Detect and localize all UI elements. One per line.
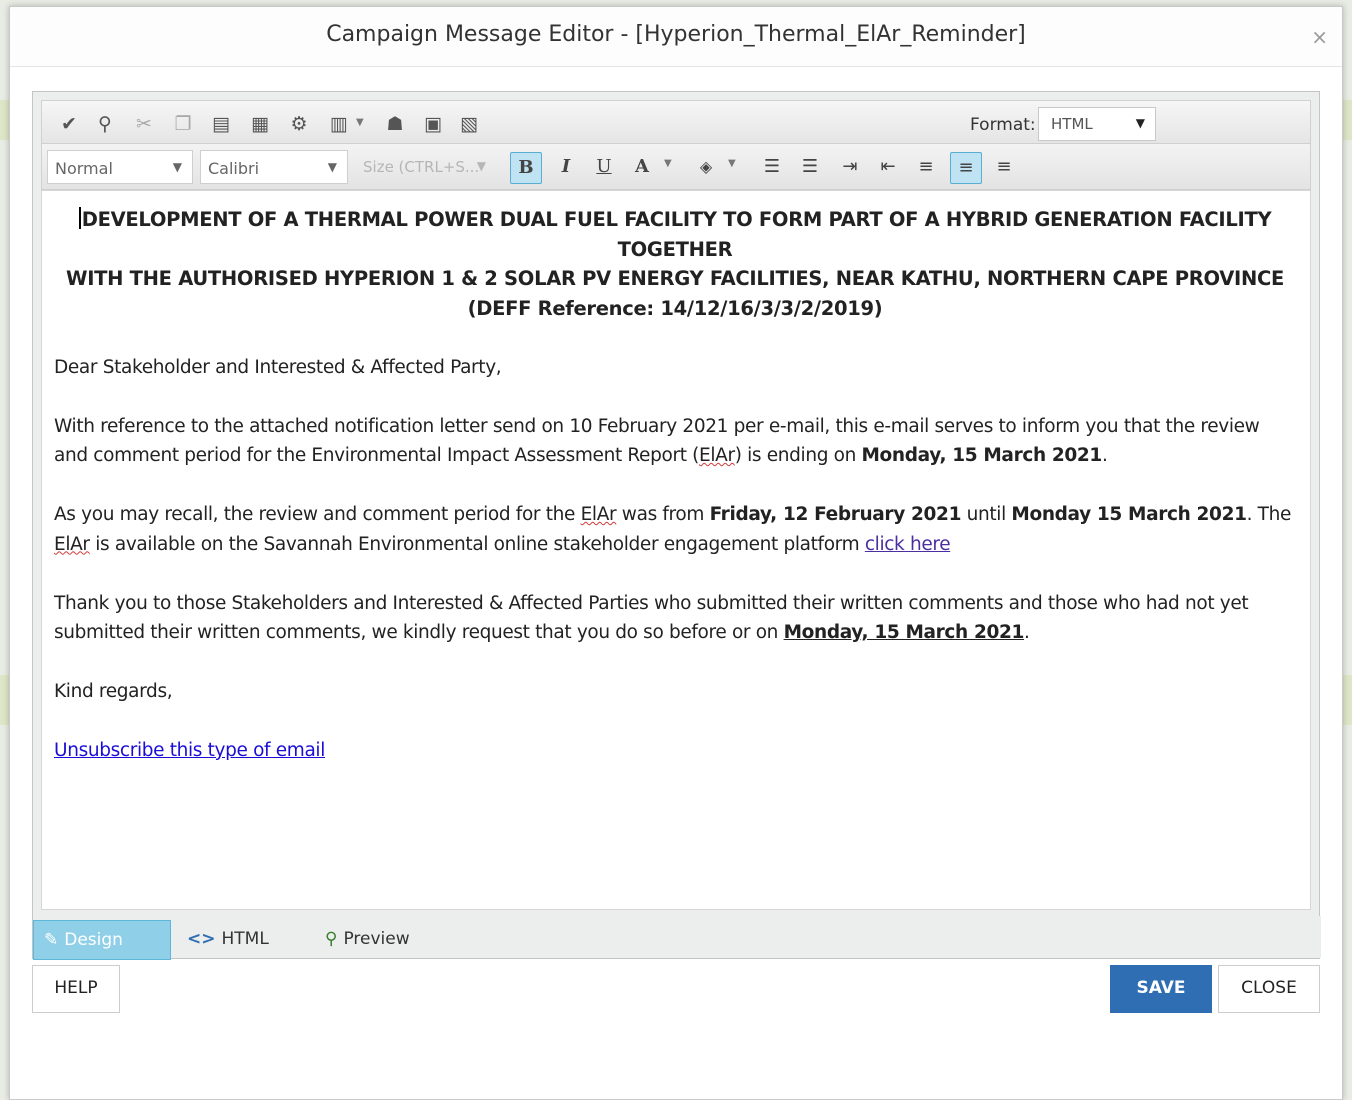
chevron-down-icon: ▼ <box>476 159 486 173</box>
font-color-icon[interactable]: A <box>626 152 658 184</box>
closing-paragraph: Kind regards, <box>54 681 173 702</box>
tab-html[interactable]: <> HTML <box>177 920 287 960</box>
image-manager-icon[interactable]: ☗ <box>382 111 408 137</box>
image-icon[interactable]: ▣ <box>420 111 446 137</box>
italic-icon[interactable]: I <box>550 152 582 184</box>
close-icon[interactable]: × <box>1311 27 1328 47</box>
rich-text-editor: ✔ ⚲ ✂ ❐ ▤ ▦ ⚙ ▥ ▼ ☗ ▣ ▧ Format: HTML ▼ N… <box>32 91 1321 960</box>
tab-design-label: Design <box>64 930 123 950</box>
paragraph-style-dropdown[interactable]: Normal ▼ <box>47 150 193 184</box>
p2-text-2: was from <box>616 504 710 525</box>
p1-elar-term: ElAr <box>699 445 735 466</box>
p1-deadline-date: Monday, 15 March 2021 <box>861 445 1103 466</box>
align-right-icon[interactable]: ≡ <box>988 152 1020 184</box>
text-cursor <box>78 207 81 229</box>
pencil-icon: ✎ <box>44 930 59 950</box>
format-select[interactable]: HTML ▼ <box>1038 107 1156 141</box>
p3-end: . <box>1024 622 1030 643</box>
tab-html-label: HTML <box>221 929 269 949</box>
underline-icon[interactable]: U <box>588 152 620 184</box>
font-size-dropdown[interactable]: Size (CTRL+S... ▼ <box>356 150 496 184</box>
chevron-down-icon: ▼ <box>172 160 182 174</box>
p2-until-date: Monday 15 March 2021 <box>1011 504 1247 525</box>
dialog-titlebar: Campaign Message Editor - [Hyperion_Ther… <box>10 7 1342 67</box>
tab-preview[interactable]: ⚲ Preview <box>315 920 445 960</box>
help-button[interactable]: HELP <box>32 965 120 1013</box>
chevron-down-icon: ▼ <box>327 160 337 174</box>
p2-elar-term-2: ElAr <box>54 533 90 555</box>
outdent-icon[interactable]: ⇤ <box>872 152 904 184</box>
format-label: Format: <box>970 115 1036 135</box>
unsubscribe-paragraph: Unsubscribe this type of email <box>54 736 1296 766</box>
editor-toolbar-top: ✔ ⚲ ✂ ❐ ▤ ▦ ⚙ ▥ ▼ ☗ ▣ ▧ Format: HTML ▼ <box>41 100 1311 144</box>
p2-text: As you may recall, the review and commen… <box>54 504 581 525</box>
unsubscribe-link[interactable]: Unsubscribe this type of email <box>54 740 325 761</box>
editor-content-area[interactable]: DEVELOPMENT OF A THERMAL POWER DUAL FUEL… <box>41 190 1311 910</box>
cut-icon[interactable]: ✂ <box>131 111 157 137</box>
paragraph-style-value: Normal <box>55 159 113 178</box>
paragraph-2: As you may recall, the review and commen… <box>54 500 1296 559</box>
copy-icon[interactable]: ❐ <box>170 111 196 137</box>
spellcheck-icon[interactable]: ✔ <box>56 111 82 137</box>
p2-from-date: Friday, 12 February 2021 <box>709 504 962 525</box>
p2-text-5: is available on the Savannah Environment… <box>89 533 865 555</box>
heading-line-3: (DEFF Reference: 14/12/16/3/3/2/2019) <box>467 296 883 320</box>
font-name-value: Calibri <box>208 159 260 178</box>
align-left-icon[interactable]: ≡ <box>910 152 942 184</box>
greeting-paragraph: Dear Stakeholder and Interested & Affect… <box>54 356 502 378</box>
form-icon[interactable]: ▦ <box>247 111 273 137</box>
tab-preview-label: Preview <box>343 929 410 949</box>
p2-text-3: until <box>961 504 1012 525</box>
indent-icon[interactable]: ⇥ <box>834 152 866 184</box>
chevron-down-icon: ▼ <box>1135 116 1145 130</box>
font-color-caret-icon[interactable]: ▼ <box>664 158 672 169</box>
p1-end: . <box>1101 445 1108 466</box>
paste-icon[interactable]: ▤ <box>208 111 234 137</box>
campaign-message-editor-dialog: Campaign Message Editor - [Hyperion_Ther… <box>9 6 1343 1100</box>
p2-elar-term: ElAr <box>580 504 617 525</box>
editor-toolbar-format: Normal ▼ Calibri ▼ Size (CTRL+S... ▼ B I… <box>41 144 1311 190</box>
bulleted-list-icon[interactable]: ☰ <box>794 152 826 184</box>
paragraph-3: Thank you to those Stakeholders and Inte… <box>54 589 1296 648</box>
p2-text-4: . The <box>1246 504 1292 525</box>
bold-icon[interactable]: B <box>510 152 542 184</box>
font-name-dropdown[interactable]: Calibri ▼ <box>200 150 348 184</box>
find-icon[interactable]: ⚲ <box>92 111 118 137</box>
table-icon[interactable]: ▥ <box>326 111 352 137</box>
p3-text: Thank you to those Stakeholders and Inte… <box>54 592 1249 644</box>
close-button[interactable]: CLOSE <box>1218 965 1320 1013</box>
highlight-color-icon[interactable]: ◈ <box>690 152 722 184</box>
highlight-color-caret-icon[interactable]: ▼ <box>728 158 736 169</box>
dialog-title: Campaign Message Editor - [Hyperion_Ther… <box>326 22 1026 47</box>
code-icon: <> <box>187 929 216 949</box>
magnifier-icon: ⚲ <box>325 929 338 949</box>
align-center-icon[interactable]: ≡ <box>950 152 982 184</box>
tab-design[interactable]: ✎ Design <box>33 920 171 960</box>
heading-line-1: DEVELOPMENT OF A THERMAL POWER DUAL FUEL… <box>81 208 1272 261</box>
numbered-list-icon[interactable]: ☰ <box>756 152 788 184</box>
save-button[interactable]: SAVE <box>1110 965 1212 1013</box>
heading-line-2: WITH THE AUTHORISED HYPERION 1 & 2 SOLAR… <box>65 267 1284 290</box>
p1-text-2: ) is ending on <box>734 445 862 466</box>
p3-deadline-date: Monday, 15 March 2021 <box>783 622 1025 643</box>
paragraph-1: With reference to the attached notificat… <box>54 412 1296 471</box>
message-heading: DEVELOPMENT OF A THERMAL POWER DUAL FUEL… <box>54 205 1296 323</box>
font-size-placeholder: Size (CTRL+S... <box>363 158 480 176</box>
hyperlink-manager-icon[interactable]: ⚙ <box>286 111 312 137</box>
template-icon[interactable]: ▧ <box>456 111 482 137</box>
format-select-value: HTML <box>1051 115 1093 133</box>
table-dropdown-caret-icon[interactable]: ▼ <box>356 117 364 128</box>
click-here-link[interactable]: click here <box>865 534 951 555</box>
editor-mode-tabs: ✎ Design <> HTML ⚲ Preview <box>33 916 1321 960</box>
